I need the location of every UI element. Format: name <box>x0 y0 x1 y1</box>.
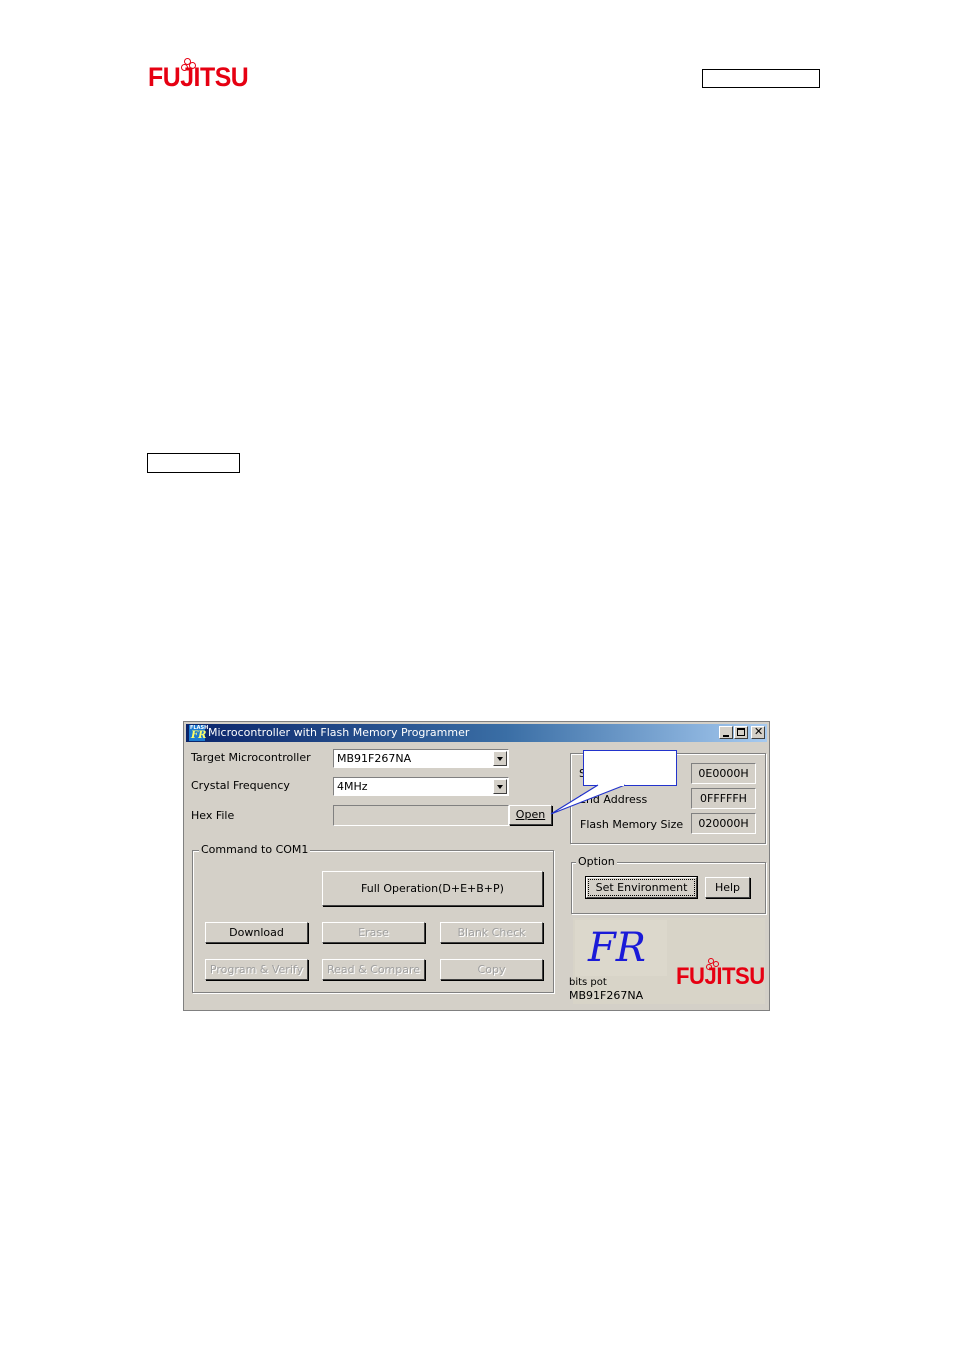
figure-label-box <box>147 453 240 473</box>
set-environment-label: Set Environment <box>588 879 695 896</box>
fujitsu-logo-text: FUJITSU <box>148 62 249 92</box>
blank-check-label: Blank Check <box>457 926 526 939</box>
help-label: Help <box>714 881 741 894</box>
logo-dot <box>181 64 188 71</box>
target-microcontroller-select[interactable]: MB91F267NA <box>333 749 509 768</box>
target-microcontroller-value: MB91F267NA <box>337 752 412 765</box>
crystal-frequency-label: Crystal Frequency <box>191 779 290 792</box>
program-verify-label: Program & Verify <box>209 963 304 976</box>
crystal-frequency-value: 4MHz <box>337 780 368 793</box>
flash-memory-size-label: Flash Memory Size <box>580 818 684 831</box>
help-button[interactable]: Help <box>705 877 750 898</box>
device-name-label: MB91F267NA <box>569 989 644 1002</box>
full-operation-button[interactable]: Full Operation(D+E+B+P) <box>322 871 543 906</box>
target-microcontroller-label: Target Microcontroller <box>191 751 311 764</box>
logo-dot <box>713 961 719 967</box>
maximize-icon <box>737 728 745 736</box>
flash-memory-size-value: 020000H <box>691 813 756 834</box>
erase-button[interactable]: Erase <box>322 922 425 943</box>
close-icon: ✕ <box>754 725 764 738</box>
erase-label: Erase <box>358 926 389 939</box>
close-button[interactable]: ✕ <box>751 725 765 739</box>
start-address-value: 0E0000H <box>691 763 756 784</box>
copy-label: Copy <box>477 963 506 976</box>
command-group-label: Command to COM1 <box>199 843 311 856</box>
blank-check-button[interactable]: Blank Check <box>440 922 543 943</box>
minimize-button[interactable] <box>719 726 733 739</box>
fr-logo: FR <box>588 925 646 971</box>
read-compare-label: Read & Compare <box>326 963 421 976</box>
document-number-box <box>702 69 820 88</box>
set-environment-button[interactable]: Set Environment <box>585 876 698 899</box>
hex-file-label: Hex File <box>191 809 235 822</box>
maximize-button[interactable] <box>734 726 748 739</box>
logo-dot <box>706 964 712 970</box>
copy-button[interactable]: Copy <box>440 959 543 980</box>
chevron-down-icon[interactable] <box>493 751 507 766</box>
hex-file-field[interactable] <box>333 805 509 826</box>
end-address-label: End Address <box>579 793 648 806</box>
title-bar[interactable]: FLASH FR Microcontroller with Flash Memo… <box>186 724 767 742</box>
window-title: Microcontroller with Flash Memory Progra… <box>208 726 470 739</box>
logo-dot <box>189 62 196 69</box>
open-button[interactable]: Open <box>509 805 552 825</box>
programmer-window: FLASH FR Microcontroller with Flash Memo… <box>183 721 770 1011</box>
end-address-value: 0FFFFFH <box>691 788 756 809</box>
option-group-label: Option <box>576 855 617 868</box>
window-fujitsu-logo: FUJITSU <box>676 954 766 994</box>
fujitsu-header-logo: FUJITSU <box>148 58 249 96</box>
minimize-icon <box>723 735 729 737</box>
crystal-frequency-select[interactable]: 4MHz <box>333 777 509 796</box>
program-verify-button[interactable]: Program & Verify <box>205 959 308 980</box>
window-fujitsu-logo-text: FUJITSU <box>676 963 765 990</box>
download-label: Download <box>229 926 284 939</box>
chevron-down-icon[interactable] <box>493 779 507 794</box>
callout-box <box>583 750 677 786</box>
open-button-label: Open <box>515 808 546 821</box>
flash-fr-app-icon: FLASH FR <box>189 725 208 741</box>
read-compare-button[interactable]: Read & Compare <box>322 959 425 980</box>
icon-bottom-text: FR <box>191 730 207 741</box>
bits-pot-label: bits pot <box>569 977 607 988</box>
full-operation-label: Full Operation(D+E+B+P) <box>361 882 504 895</box>
download-button[interactable]: Download <box>205 922 308 943</box>
